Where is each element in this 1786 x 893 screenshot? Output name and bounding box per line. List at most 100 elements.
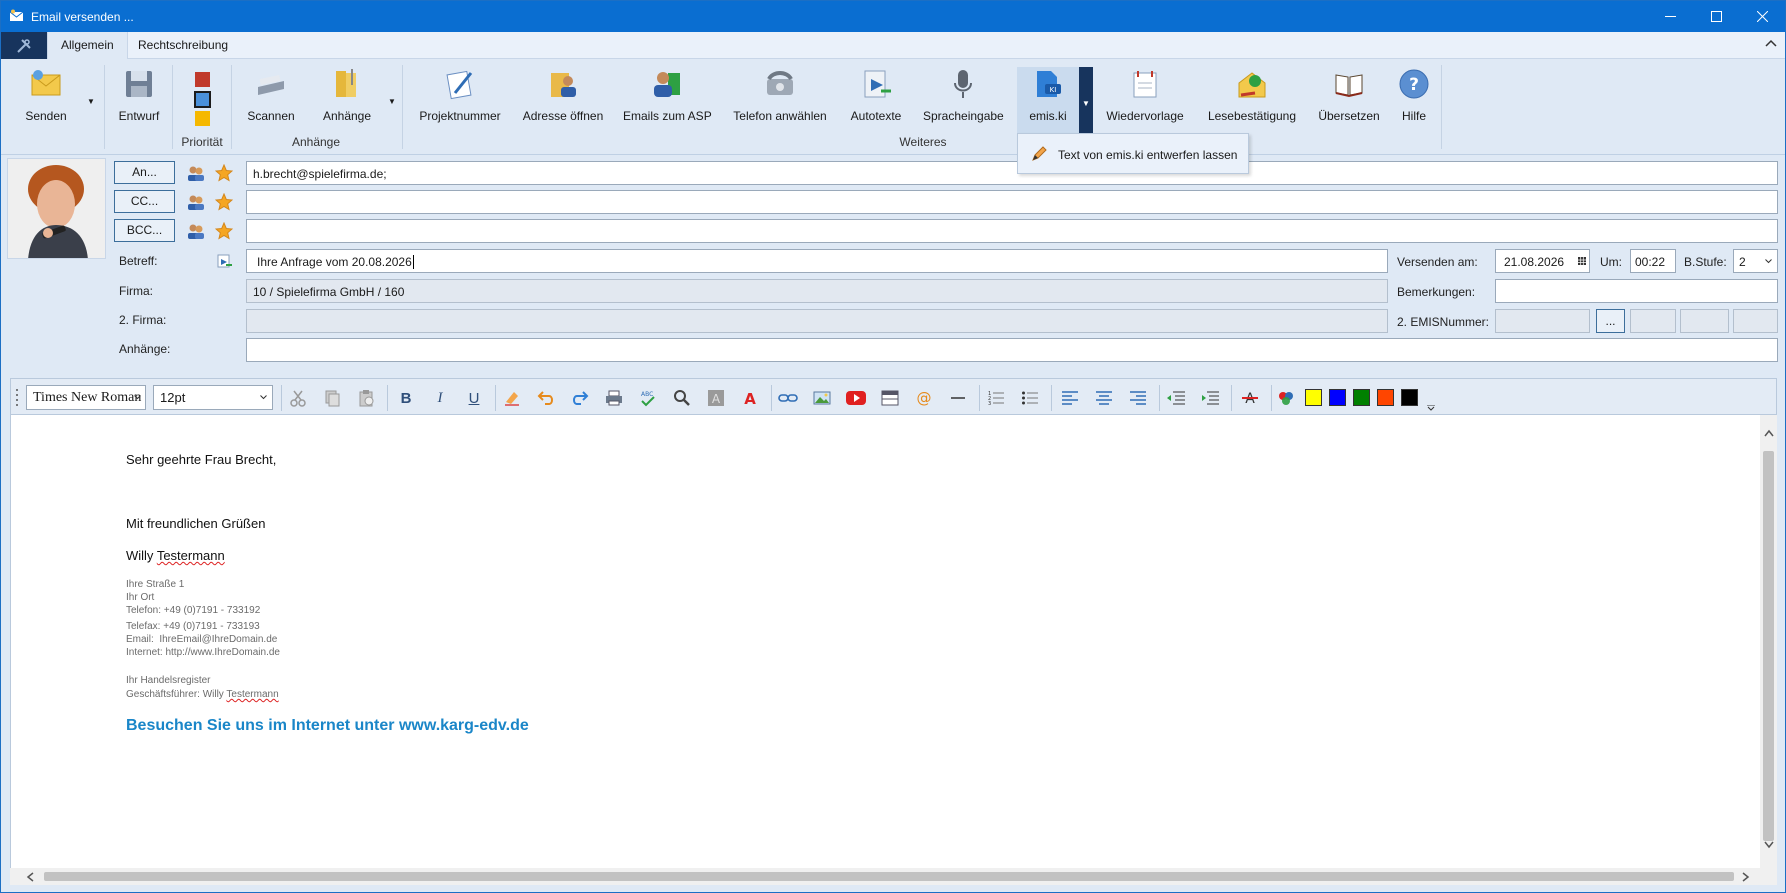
favorite-cc-star-icon[interactable] [215, 193, 233, 211]
body-promo-link[interactable]: Besuchen Sie uns im Internet unter www.k… [126, 717, 529, 735]
insert-video-button[interactable] [845, 387, 867, 409]
underline-button[interactable]: U [463, 387, 485, 409]
contacts-cc-icon[interactable] [187, 193, 205, 211]
subject-template-icon[interactable] [217, 253, 233, 269]
emis-ki-dropdown-button[interactable]: ▼ [1079, 67, 1093, 139]
toolbar-grip-icon[interactable] [15, 387, 19, 407]
scroll-up-icon[interactable] [1764, 429, 1774, 437]
company-input[interactable]: 10 / Spielefirma GmbH / 160 [246, 279, 1388, 303]
color-swatch-blue[interactable] [1329, 389, 1346, 406]
emis-ki-draft-menu-item[interactable]: Text von emis.ki entwerfen lassen [1058, 148, 1237, 162]
file-menu-button[interactable] [1, 32, 47, 59]
eraser-button[interactable] [501, 387, 523, 409]
emis-ki-button[interactable]: KI emis.ki [1017, 67, 1079, 139]
open-address-button[interactable]: Adresse öffnen [521, 67, 605, 137]
toolbar-overflow-icon[interactable] [1427, 405, 1435, 411]
send-on-date-input[interactable]: 21.08.2026 [1495, 249, 1590, 273]
tab-rechtschreibung[interactable]: Rechtschreibung [125, 32, 241, 59]
scroll-left-icon[interactable] [26, 872, 34, 882]
insert-email-button[interactable]: @ [913, 387, 935, 409]
vertical-scrollbar[interactable] [1760, 415, 1777, 868]
calendar-picker-icon[interactable] [1578, 257, 1586, 265]
voice-input-button[interactable]: Spracheingabe [923, 67, 1004, 137]
link-button[interactable] [777, 387, 799, 409]
emis2-browse-button[interactable]: ... [1596, 309, 1625, 333]
to-input[interactable]: h.brecht@spielefirma.de; [246, 161, 1778, 185]
insert-image-button[interactable] [811, 387, 833, 409]
align-left-button[interactable] [1059, 387, 1081, 409]
italic-button[interactable]: I [429, 387, 451, 409]
maximize-button[interactable] [1693, 1, 1739, 32]
contacts-bcc-icon[interactable] [187, 222, 205, 240]
collapse-ribbon-icon[interactable] [1765, 38, 1777, 48]
attachments-input[interactable] [246, 338, 1778, 362]
align-center-button[interactable] [1093, 387, 1115, 409]
font-size-select[interactable]: 12pt [153, 385, 273, 410]
dial-phone-button[interactable]: Telefon anwählen [731, 67, 829, 137]
attachments-dropdown-icon[interactable]: ▼ [388, 97, 396, 106]
send-button[interactable]: Senden [19, 67, 73, 137]
emis2-input[interactable] [1495, 309, 1590, 333]
emis2-field-a[interactable] [1630, 309, 1676, 333]
copy-button[interactable] [321, 387, 343, 409]
minimize-button[interactable] [1647, 1, 1693, 32]
time-input[interactable]: 00:22 [1630, 249, 1676, 273]
read-receipt-button[interactable]: Lesebestätigung [1205, 67, 1299, 137]
close-button[interactable] [1739, 1, 1785, 32]
outdent-button[interactable] [1165, 387, 1187, 409]
undo-button[interactable] [535, 387, 557, 409]
translate-button[interactable]: Übersetzen [1317, 67, 1381, 137]
company2-input[interactable] [246, 309, 1388, 333]
font-family-select[interactable]: Times New Roman [26, 385, 146, 410]
autotexts-button[interactable]: Autotexte [847, 67, 905, 137]
font-color-button[interactable]: A [739, 387, 761, 409]
vertical-scroll-thumb[interactable] [1763, 451, 1774, 841]
priority-normal-swatch[interactable] [194, 91, 211, 108]
color-palette-button[interactable] [1275, 387, 1297, 409]
scroll-down-icon[interactable] [1764, 841, 1774, 849]
help-button[interactable]: ? Hilfe [1395, 67, 1433, 137]
horizontal-scrollbar[interactable] [10, 868, 1777, 885]
contacts-to-icon[interactable] [187, 164, 205, 182]
to-button[interactable]: An... [114, 161, 175, 184]
favorite-bcc-star-icon[interactable] [215, 222, 233, 240]
emails-to-asp-button[interactable]: Emails zum ASP [623, 67, 712, 137]
cc-button[interactable]: CC... [114, 190, 175, 213]
remarks-input[interactable] [1495, 279, 1778, 303]
priority-low-swatch[interactable] [195, 111, 210, 126]
emis2-field-c[interactable] [1733, 309, 1778, 333]
highlight-color-button[interactable]: A [705, 387, 727, 409]
cut-button[interactable] [287, 387, 309, 409]
size-dropdown-icon[interactable] [260, 395, 267, 400]
priority-high-swatch[interactable] [195, 72, 210, 87]
find-button[interactable] [671, 387, 693, 409]
insert-table-button[interactable] [879, 387, 901, 409]
spellcheck-button[interactable]: ABC [637, 387, 659, 409]
color-swatch-yellow[interactable] [1305, 389, 1322, 406]
bullet-list-button[interactable] [1019, 387, 1041, 409]
color-swatch-black[interactable] [1401, 389, 1418, 406]
subject-input[interactable]: Ihre Anfrage vom 20.08.2026 [246, 249, 1388, 273]
color-swatch-green[interactable] [1353, 389, 1370, 406]
paste-button[interactable] [355, 387, 377, 409]
project-number-button[interactable]: Projektnummer [417, 67, 503, 137]
tab-allgemein[interactable]: Allgemein [47, 32, 128, 59]
bcc-button[interactable]: BCC... [114, 219, 175, 242]
cc-input[interactable] [246, 190, 1778, 214]
align-right-button[interactable] [1127, 387, 1149, 409]
horizontal-scroll-thumb[interactable] [44, 872, 1734, 881]
email-body-editor[interactable]: Sehr geehrte Frau Brecht, Mit freundlich… [10, 415, 1768, 868]
scan-button[interactable]: Scannen [245, 67, 297, 137]
draft-button[interactable]: Entwurf [113, 67, 165, 137]
print-button[interactable] [603, 387, 625, 409]
color-swatch-orange[interactable] [1377, 389, 1394, 406]
followup-button[interactable]: Wiedervorlage [1103, 67, 1187, 137]
scroll-right-icon[interactable] [1742, 872, 1750, 882]
numbered-list-button[interactable]: 123 [985, 387, 1007, 409]
font-dropdown-icon[interactable] [134, 395, 141, 400]
horizontal-line-button[interactable] [947, 387, 969, 409]
indent-button[interactable] [1199, 387, 1221, 409]
strikethrough-button[interactable]: A [1239, 387, 1261, 409]
bcc-input[interactable] [246, 219, 1778, 243]
favorite-to-star-icon[interactable] [215, 164, 233, 182]
